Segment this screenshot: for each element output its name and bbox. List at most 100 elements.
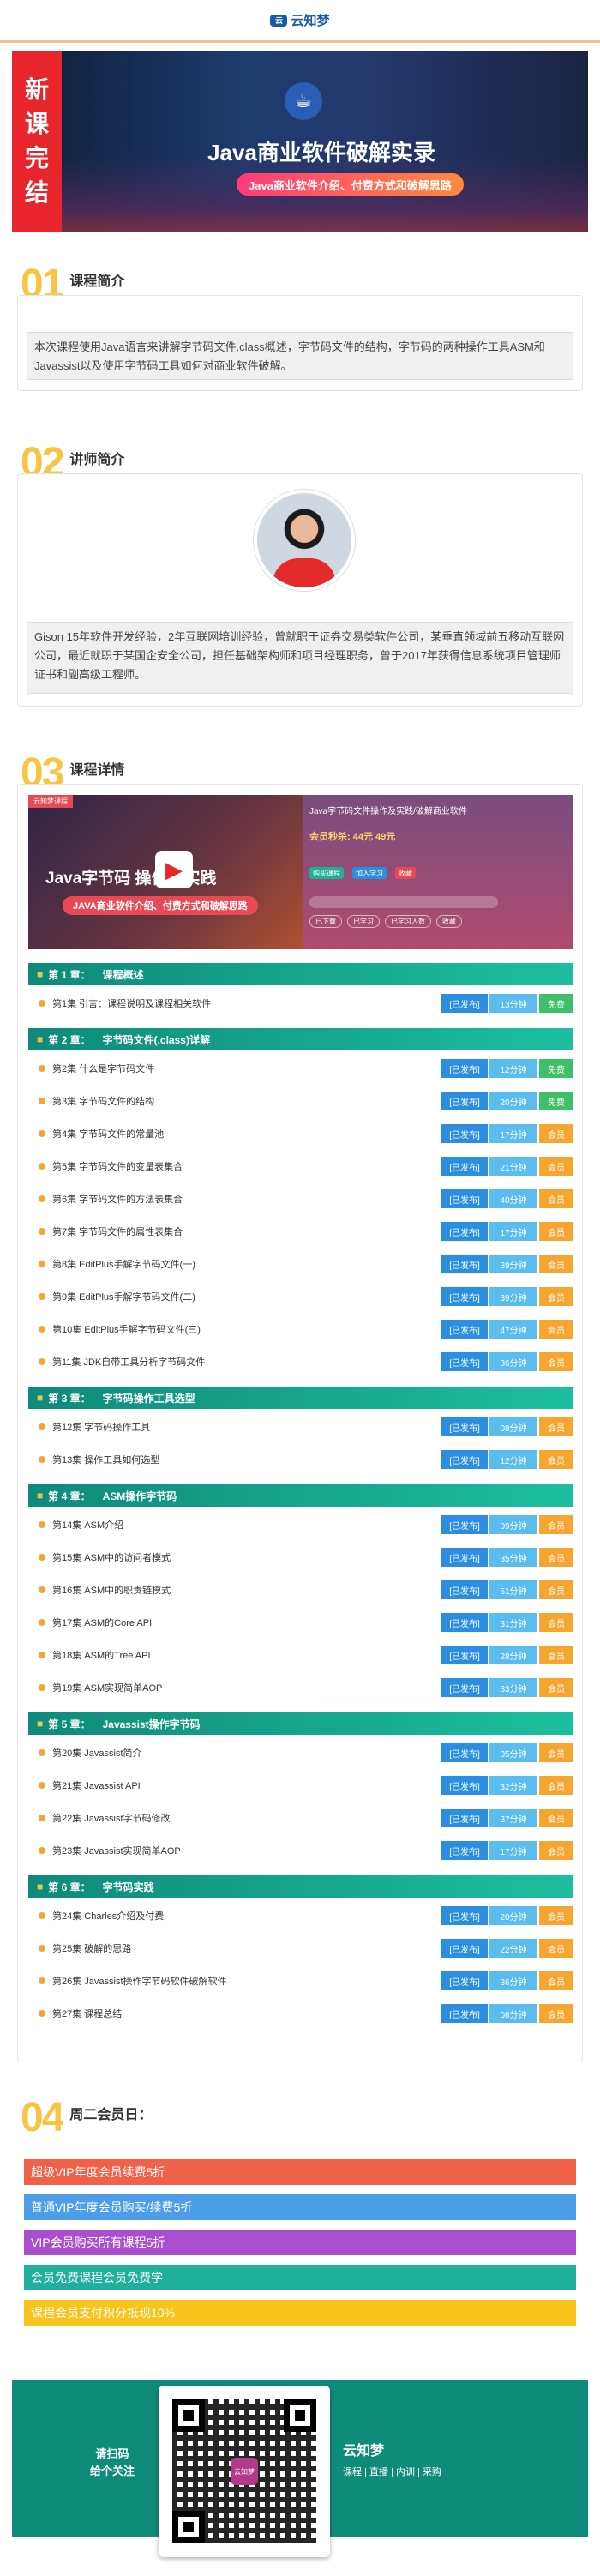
lesson-status: [已发布] — [441, 1222, 488, 1241]
lesson-duration: 28分钟 — [489, 1646, 537, 1664]
lesson-price[interactable]: 会员 — [539, 1417, 573, 1436]
chapter-header[interactable]: ■ 第 3 章： 字节码操作工具选型 — [28, 1387, 573, 1409]
vip-offer-item[interactable]: VIP会员购买所有课程5折 — [24, 2230, 576, 2255]
lesson-title: 第9集 EditPlus手解字节码文件(二) — [52, 1292, 195, 1303]
lesson-duration: 39分钟 — [489, 1287, 537, 1306]
lesson-row[interactable]: 第4集 字节码文件的常量池 [已发布] 17分钟 会员 — [28, 1122, 573, 1145]
play-icon[interactable]: ▶ — [155, 851, 193, 888]
lesson-price[interactable]: 会员 — [539, 1580, 573, 1599]
lesson-bullet-icon — [39, 1521, 45, 1528]
lesson-row[interactable]: 第23集 Javassist实现简单AOP [已发布] 17分钟 会员 — [28, 1839, 573, 1862]
course-banner: 新 课 完 结 ☕ Java商业软件破解实录 Java商业软件介绍、付费方式和破… — [12, 51, 588, 232]
lesson-price[interactable]: 会员 — [539, 1548, 573, 1567]
lesson-row[interactable]: 第16集 ASM中的职责链模式 [已发布] 51分钟 会员 — [28, 1579, 573, 1601]
buy-course-button[interactable]: 购买课程 — [309, 867, 344, 879]
lesson-title: 第12集 字节码操作工具 — [52, 1423, 151, 1433]
lesson-row[interactable]: 第9集 EditPlus手解字节码文件(二) [已发布] 39分钟 会员 — [28, 1285, 573, 1308]
lesson-row[interactable]: 第14集 ASM介绍 [已发布] 09分钟 会员 — [28, 1514, 573, 1536]
coffee-cup-icon: ☕ — [285, 82, 322, 120]
section-title: 周二会员日： — [69, 2108, 153, 2122]
lesson-price[interactable]: 会员 — [539, 1515, 573, 1534]
vip-offer-item[interactable]: 会员免费课程会员免费学 — [24, 2265, 576, 2290]
chapter-title: Javassist操作字节码 — [102, 1718, 201, 1730]
lesson-status: [已发布] — [441, 1092, 488, 1110]
lesson-row[interactable]: 第15集 ASM中的访问者模式 [已发布] 35分钟 会员 — [28, 1546, 573, 1568]
lesson-price[interactable]: 会员 — [539, 1320, 573, 1339]
lesson-row[interactable]: 第8集 EditPlus手解字节码文件(一) [已发布] 39分钟 会员 — [28, 1253, 573, 1275]
lesson-row[interactable]: 第10集 EditPlus手解字节码文件(三) [已发布] 47分钟 会员 — [28, 1318, 573, 1340]
lesson-row[interactable]: 第7集 字节码文件的属性表集合 [已发布] 17分钟 会员 — [28, 1220, 573, 1243]
lesson-bullet-icon — [39, 1261, 45, 1267]
brand-links[interactable]: 课程 | 直播 | 内训 | 采购 — [343, 2465, 441, 2478]
lesson-price[interactable]: 会员 — [539, 2004, 573, 2023]
site-logo[interactable]: 云 云知梦 — [270, 11, 330, 29]
lesson-row[interactable]: 第13集 操作工具如何选型 [已发布] 12分钟 会员 — [28, 1448, 573, 1471]
lesson-row[interactable]: 第21集 Javassist API [已发布] 32分钟 会员 — [28, 1774, 573, 1797]
logo-text: 云知梦 — [291, 14, 330, 28]
lesson-price[interactable]: 会员 — [539, 1157, 573, 1176]
lesson-row[interactable]: 第19集 ASM实现简单AOP [已发布] 33分钟 会员 — [28, 1676, 573, 1699]
chapter-header[interactable]: ■ 第 1 章： 课程概述 — [28, 963, 573, 985]
lesson-status: [已发布] — [441, 1515, 488, 1534]
lesson-price[interactable]: 会员 — [539, 1287, 573, 1306]
lesson-row[interactable]: 第17集 ASM的Core API [已发布] 31分钟 会员 — [28, 1611, 573, 1634]
banner-title: Java商业软件破解实录 — [207, 140, 435, 166]
lesson-row[interactable]: 第1集 引言：课程说明及课程相关软件 [已发布] 13分钟 免费 — [28, 992, 573, 1014]
lesson-row[interactable]: 第18集 ASM的Tree API [已发布] 28分钟 会员 — [28, 1644, 573, 1666]
lesson-price[interactable]: 会员 — [539, 1776, 573, 1795]
lesson-price[interactable]: 免费 — [539, 1092, 573, 1110]
course-promo-image[interactable]: 云知梦课程 Java字节码 操作及实践 ▶ JAVA商业软件介绍、付费方式和破解… — [28, 795, 573, 949]
lesson-price[interactable]: 会员 — [539, 1613, 573, 1632]
lesson-price[interactable]: 会员 — [539, 1255, 573, 1273]
brand-name: 云知梦 — [343, 2444, 385, 2459]
vip-offer-item[interactable]: 超级VIP年度会员续费5折 — [24, 2159, 576, 2185]
lesson-duration: 31分钟 — [489, 1613, 537, 1632]
lesson-price[interactable]: 免费 — [539, 1059, 573, 1078]
lesson-price[interactable]: 会员 — [539, 1971, 573, 1990]
intro-text: 本次课程使用Java语言来讲解字节码文件.class概述，字节码文件的结构，字节… — [27, 332, 573, 380]
course-details-card: 云知梦课程 Java字节码 操作及实践 ▶ JAVA商业软件介绍、付费方式和破解… — [17, 784, 583, 2061]
lesson-price[interactable]: 会员 — [539, 1352, 573, 1371]
lesson-row[interactable]: 第25集 破解的思路 [已发布] 22分钟 会员 — [28, 1937, 573, 1959]
lesson-duration: 32分钟 — [489, 1776, 537, 1795]
lesson-row[interactable]: 第3集 字节码文件的结构 [已发布] 20分钟 免费 — [28, 1090, 573, 1112]
vip-offer-item[interactable]: 普通VIP年度会员购买/续费5折 — [24, 2194, 576, 2220]
logo-mark-icon: 云 — [270, 14, 288, 27]
lesson-row[interactable]: 第27集 课程总结 [已发布] 08分钟 会员 — [28, 2002, 573, 2025]
lesson-row[interactable]: 第11集 JDK自带工具分析字节码文件 [已发布] 36分钟 会员 — [28, 1351, 573, 1373]
lesson-price[interactable]: 会员 — [539, 1939, 573, 1958]
lesson-row[interactable]: 第26集 Javassist操作字节码软件破解软件 [已发布] 36分钟 会员 — [28, 1970, 573, 1992]
lesson-title: 第1集 引言：课程说明及课程相关软件 — [52, 999, 212, 1009]
lesson-bullet-icon — [39, 1652, 45, 1658]
chapter-header[interactable]: ■ 第 5 章： Javassist操作字节码 — [28, 1712, 573, 1735]
lesson-price[interactable]: 会员 — [539, 1841, 573, 1860]
lesson-price[interactable]: 免费 — [539, 994, 573, 1013]
lesson-price[interactable]: 会员 — [539, 1809, 573, 1827]
chapter-header[interactable]: ■ 第 6 章： 字节码实践 — [28, 1875, 573, 1898]
lesson-duration: 17分钟 — [489, 1124, 537, 1143]
lesson-row[interactable]: 第5集 字节码文件的变量表集合 [已发布] 21分钟 会员 — [28, 1155, 573, 1177]
lesson-price[interactable]: 会员 — [539, 1222, 573, 1241]
lesson-row[interactable]: 第2集 什么是字节码文件 [已发布] 12分钟 免费 — [28, 1057, 573, 1080]
lesson-row[interactable]: 第20集 Javassist简介 [已发布] 05分钟 会员 — [28, 1742, 573, 1764]
lesson-price[interactable]: 会员 — [539, 1450, 573, 1469]
lesson-title: 第14集 ASM介绍 — [52, 1520, 124, 1531]
lesson-row[interactable]: 第22集 Javassist字节码修改 [已发布] 37分钟 会员 — [28, 1807, 573, 1829]
lesson-row[interactable]: 第6集 字节码文件的方法表集合 [已发布] 40分钟 会员 — [28, 1188, 573, 1210]
lesson-duration: 35分钟 — [489, 1548, 537, 1567]
join-study-button[interactable]: 加入学习 — [352, 867, 387, 879]
lesson-row[interactable]: 第12集 字节码操作工具 [已发布] 08分钟 会员 — [28, 1416, 573, 1438]
chapter-header[interactable]: ■ 第 4 章： ASM操作字节码 — [28, 1484, 573, 1507]
lesson-price[interactable]: 会员 — [539, 1124, 573, 1143]
lesson-price[interactable]: 会员 — [539, 1646, 573, 1664]
lesson-price[interactable]: 会员 — [539, 1189, 573, 1208]
lesson-duration: 12分钟 — [489, 1450, 537, 1469]
favorite-button[interactable]: 收藏 — [395, 867, 416, 879]
chapter-header[interactable]: ■ 第 2 章： 字节码文件(.class)详解 — [28, 1028, 573, 1050]
lesson-price[interactable]: 会员 — [539, 1743, 573, 1762]
vip-offer-item[interactable]: 课程会员支付积分抵现10% — [24, 2300, 576, 2326]
lesson-price[interactable]: 会员 — [539, 1678, 573, 1697]
lesson-price[interactable]: 会员 — [539, 1906, 573, 1925]
lesson-row[interactable]: 第24集 Charles介绍及付费 [已发布] 20分钟 会员 — [28, 1905, 573, 1927]
qr-code[interactable]: 云知梦 — [159, 2386, 330, 2557]
